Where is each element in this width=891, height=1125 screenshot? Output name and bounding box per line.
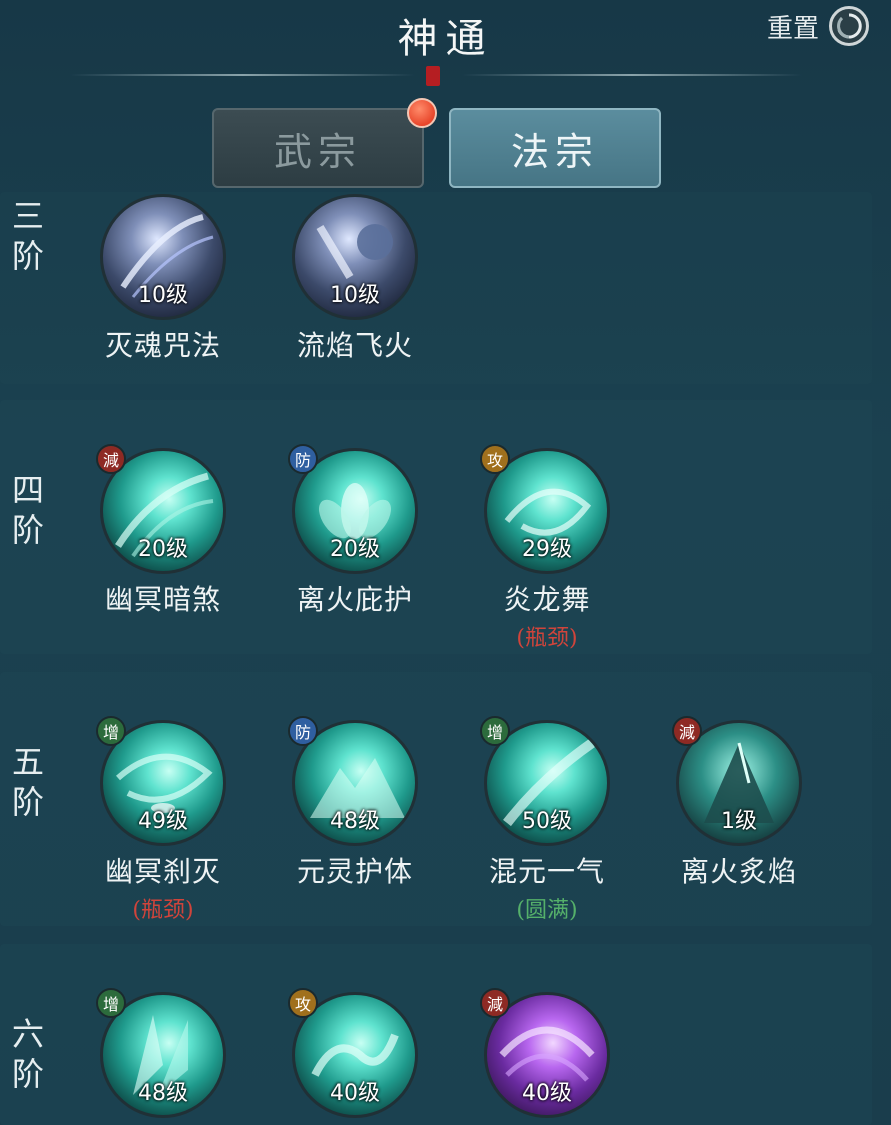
notification-dot — [407, 98, 437, 128]
tab-fazong[interactable]: 法宗 — [449, 108, 661, 188]
skill-level: 48级 — [330, 809, 380, 834]
skill-card[interactable]: 50级 增 混元一气 (圆满) — [462, 716, 632, 924]
skill-name: 炎龙舞 — [503, 583, 591, 616]
skill-card[interactable]: 40级 減 — [462, 988, 632, 1118]
reset-label: 重置 — [766, 13, 819, 44]
skill-level: 48级 — [138, 1081, 188, 1106]
debuff-badge-icon: 減 — [480, 988, 510, 1018]
debuff-badge-icon: 減 — [672, 716, 702, 746]
skill-name: 元灵护体 — [296, 855, 413, 888]
buff-badge-icon: 增 — [96, 716, 126, 746]
defense-badge-icon: 防 — [288, 716, 318, 746]
skill-card[interactable]: 10级 灭魂咒法 — [78, 194, 248, 364]
skill-name: 幽冥刹灭 — [104, 855, 221, 888]
skill-card[interactable]: 49级 增 幽冥刹灭 (瓶颈) — [78, 716, 248, 924]
skill-card[interactable]: 1级 減 离火炙焰 — [654, 716, 824, 890]
tier-label-5: 五 阶 — [11, 743, 44, 821]
skill-card[interactable]: 20级 防 离火庇护 — [270, 444, 440, 618]
skill-card[interactable]: 48级 防 元灵护体 — [270, 716, 440, 890]
page-title: 神通 — [397, 16, 494, 62]
debuff-badge-icon: 減 — [96, 444, 126, 474]
skill-status: (圆满) — [516, 898, 578, 923]
defense-badge-icon: 防 — [288, 444, 318, 474]
skill-name: 流焰飞火 — [296, 329, 413, 362]
skill-level: 20级 — [330, 537, 380, 562]
skill-name: 离火炙焰 — [680, 855, 797, 888]
skill-card[interactable]: 48级 增 — [78, 988, 248, 1118]
skill-name: 混元一气 — [488, 855, 605, 888]
skill-level: 40级 — [522, 1081, 572, 1106]
fist-strike-icon: 10级 — [292, 194, 418, 320]
tier-label-3: 三 阶 — [11, 197, 44, 275]
skill-level: 29级 — [522, 537, 572, 562]
tier-label-4: 四 阶 — [11, 471, 44, 549]
skill-name: 幽冥暗煞 — [104, 583, 221, 616]
shadow-slash-icon: 10级 — [100, 194, 226, 320]
skill-status: (瓶颈) — [132, 898, 194, 923]
buff-badge-icon: 增 — [480, 716, 510, 746]
tier-label-6: 六 阶 — [11, 1015, 44, 1093]
skill-level: 40级 — [330, 1081, 380, 1106]
attack-badge-icon: 攻 — [480, 444, 510, 474]
skill-card[interactable]: 29级 攻 炎龙舞 (瓶颈) — [462, 444, 632, 652]
tab-wuzong[interactable]: 武宗 — [212, 108, 424, 188]
attack-badge-icon: 攻 — [288, 988, 318, 1018]
reset-icon — [829, 6, 869, 46]
skill-card[interactable]: 20级 減 幽冥暗煞 — [78, 444, 248, 618]
skill-level: 10级 — [330, 283, 380, 308]
skill-level: 50级 — [522, 809, 572, 834]
header-divider-left — [70, 74, 415, 76]
skill-level: 1级 — [721, 809, 757, 834]
reset-button[interactable]: 重置 — [767, 6, 869, 46]
skill-level: 49级 — [138, 809, 188, 834]
skill-card[interactable]: 10级 流焰飞火 — [270, 194, 440, 364]
header-divider-right — [462, 74, 802, 76]
seal-icon — [426, 66, 440, 86]
skill-level: 10级 — [138, 283, 188, 308]
skill-name: 离火庇护 — [296, 583, 413, 616]
buff-badge-icon: 增 — [96, 988, 126, 1018]
skill-status: (瓶颈) — [516, 626, 578, 651]
skill-level: 20级 — [138, 537, 188, 562]
skill-name: 灭魂咒法 — [104, 329, 221, 362]
skill-card[interactable]: 40级 攻 — [270, 988, 440, 1118]
